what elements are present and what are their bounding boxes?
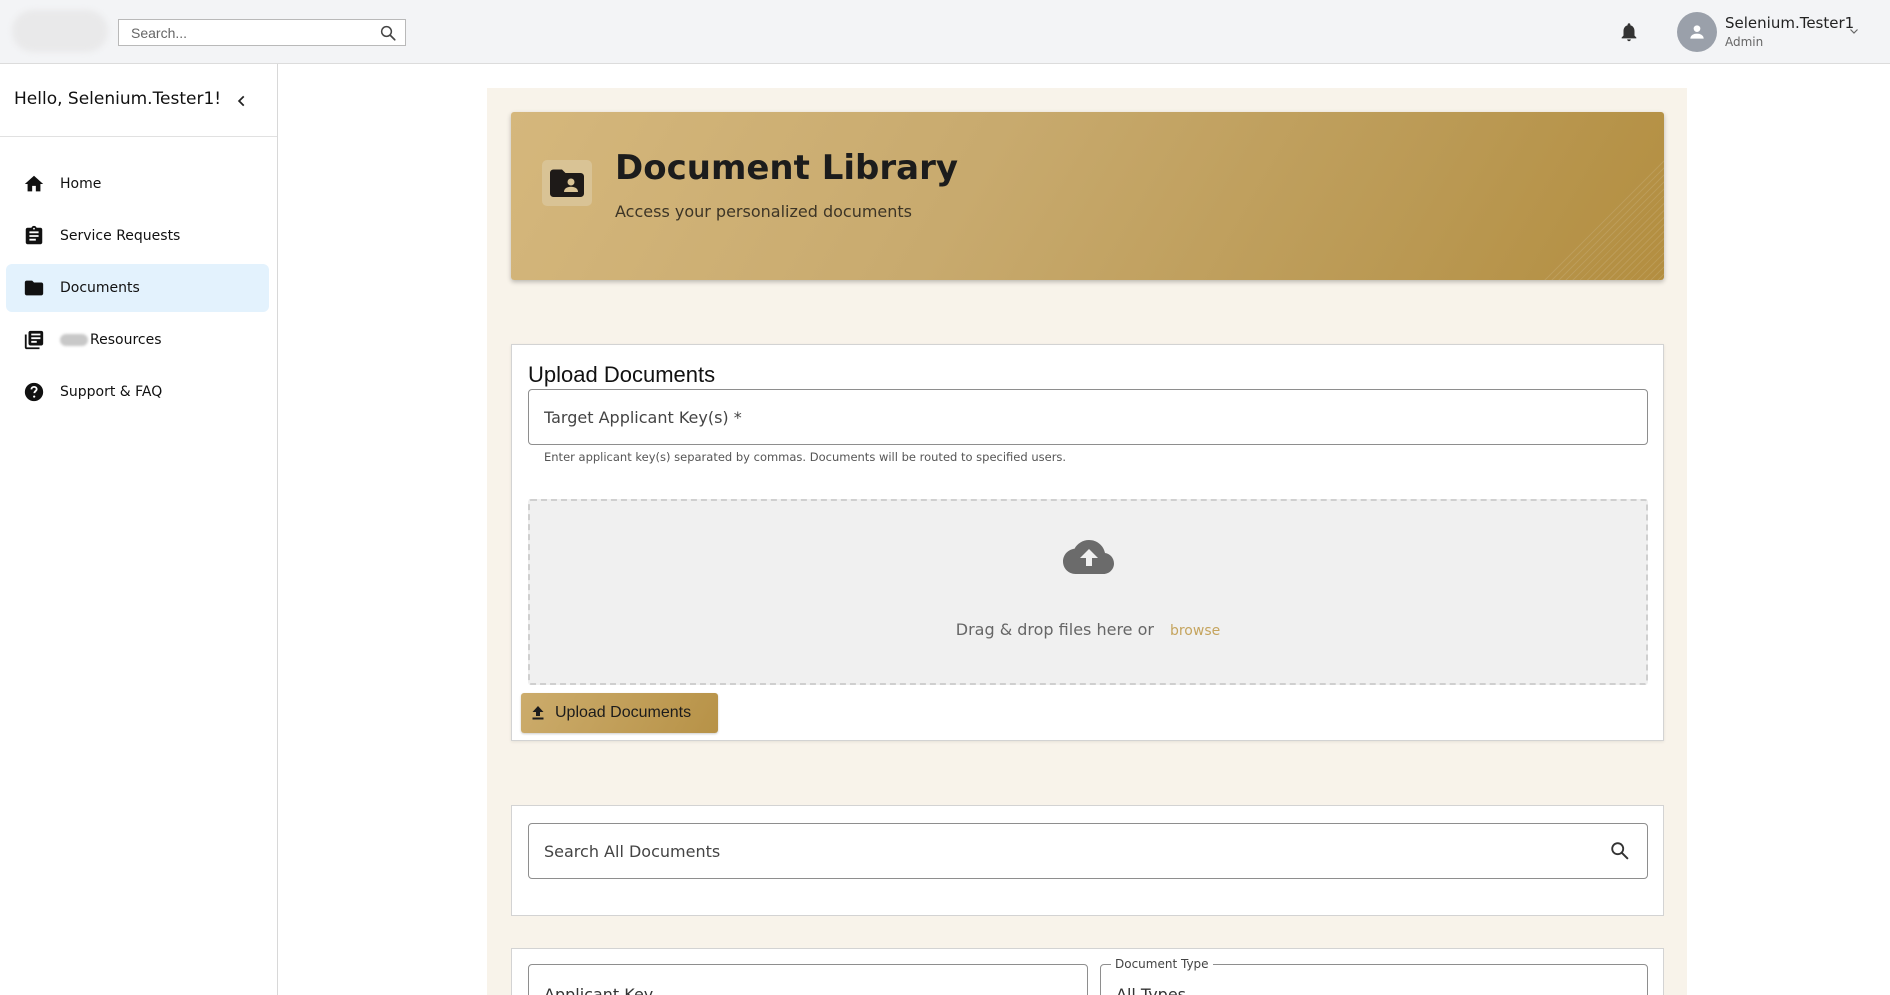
upload-button-label: Upload Documents (555, 704, 692, 721)
sidebar: Hello, Selenium.Tester1! Home Service Re… (0, 64, 278, 995)
search-icon[interactable] (379, 24, 397, 46)
document-type-select[interactable]: Document Type All Types (1100, 957, 1648, 995)
user-name[interactable]: Selenium.Tester1 (1725, 14, 1854, 32)
document-type-legend: Document Type (1111, 957, 1213, 971)
help-circle-icon (22, 380, 46, 404)
drag-drop-label: Drag & drop files here or (955, 620, 1154, 639)
sidebar-item-service-requests[interactable]: Service Requests (6, 212, 269, 260)
logo[interactable] (12, 10, 108, 52)
library-icon (22, 328, 46, 352)
sidebar-item-label-text: Resources (90, 332, 162, 348)
file-dropzone[interactable]: Drag & drop files here or browse (528, 499, 1648, 685)
page-subtitle: Access your personalized documents (615, 202, 913, 221)
document-type-value: All Types (1116, 985, 1187, 995)
document-filters-card: Applicant Key Document Type All Types (511, 948, 1664, 995)
sidebar-item-label: Service Requests (60, 228, 181, 244)
sidebar-nav: Home Service Requests Documents Resource… (6, 160, 269, 420)
home-icon (22, 172, 46, 196)
search-all-documents-field[interactable] (528, 823, 1648, 879)
sidebar-item-label: Resources (60, 332, 162, 348)
person-icon (1690, 25, 1704, 39)
document-search-card (511, 805, 1664, 916)
clipboard-icon (22, 224, 46, 248)
upload-section-title: Upload Documents (528, 362, 716, 387)
decorative-pattern (1544, 160, 1664, 280)
upload-documents-card: Upload Documents Enter applicant key(s) … (511, 344, 1664, 741)
chevron-down-icon[interactable] (1848, 22, 1860, 41)
dropdown-arrow-icon (1061, 989, 1073, 995)
sidebar-greeting: Hello, Selenium.Tester1! (14, 89, 222, 109)
sidebar-item-resources[interactable]: Resources (6, 316, 269, 364)
sidebar-item-documents[interactable]: Documents (6, 264, 269, 312)
applicant-key-label: Applicant Key (544, 985, 654, 995)
page-title: Document Library (615, 148, 959, 188)
sidebar-item-label: Support & FAQ (60, 384, 163, 400)
applicant-keys-hint: Enter applicant key(s) separated by comm… (544, 450, 1067, 464)
global-search[interactable] (118, 19, 406, 46)
notifications-bell-icon[interactable] (1618, 20, 1640, 48)
top-bar: Selenium.Tester1 Admin (0, 0, 1890, 64)
redacted-text (60, 334, 88, 346)
search-icon[interactable] (1609, 840, 1631, 866)
sidebar-item-home[interactable]: Home (6, 160, 269, 208)
sidebar-item-support[interactable]: Support & FAQ (6, 368, 269, 416)
sidebar-item-label: Home (60, 176, 102, 192)
browse-link[interactable]: browse (1170, 623, 1220, 639)
upload-icon (531, 705, 545, 721)
target-applicant-keys-input[interactable] (529, 390, 1647, 444)
search-all-documents-input[interactable] (529, 824, 1589, 878)
global-search-input[interactable] (119, 20, 369, 45)
target-applicant-keys-field[interactable] (528, 389, 1648, 445)
folder-icon (22, 276, 46, 300)
collapse-sidebar-button[interactable] (232, 91, 252, 111)
cloud-upload-icon (1063, 539, 1115, 579)
sidebar-item-label: Documents (60, 280, 140, 296)
dropdown-arrow-icon (1621, 989, 1633, 995)
user-avatar[interactable] (1677, 12, 1717, 52)
upload-documents-button[interactable]: Upload Documents (521, 693, 718, 733)
user-role: Admin (1725, 35, 1764, 49)
sidebar-divider (0, 136, 277, 137)
dropzone-text: Drag & drop files here or browse (530, 620, 1646, 639)
document-library-header: Document Library Access your personalize… (511, 112, 1664, 280)
shared-folder-icon (542, 160, 592, 206)
chevron-left-icon (237, 95, 245, 107)
applicant-key-select[interactable]: Applicant Key (528, 964, 1088, 995)
